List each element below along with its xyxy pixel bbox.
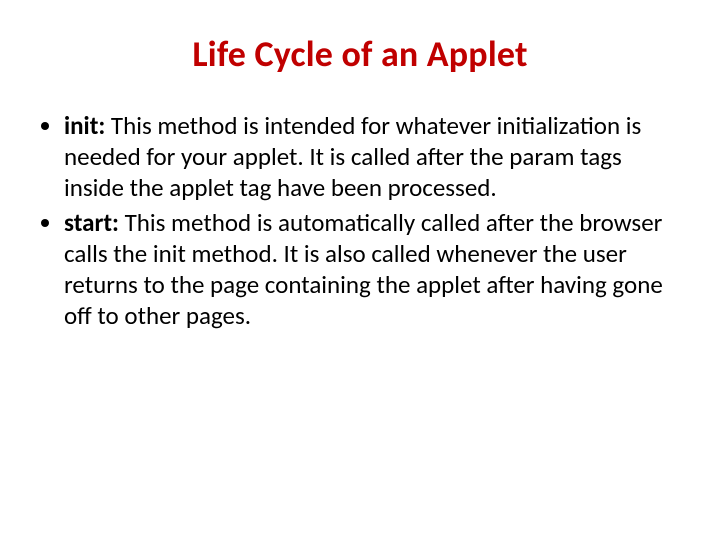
list-item: start: This method is automatically call… <box>64 207 686 331</box>
bullet-text: This method is automatically called afte… <box>64 207 663 331</box>
slide: Life Cycle of an Applet init: This metho… <box>0 0 720 540</box>
slide-title: Life Cycle of an Applet <box>34 32 686 76</box>
bullet-list: init: This method is intended for whatev… <box>34 110 686 331</box>
list-item: init: This method is intended for whatev… <box>64 110 686 203</box>
bullet-term: init: <box>64 110 105 141</box>
bullet-text: This method is intended for whatever ini… <box>64 110 641 203</box>
bullet-term: start: <box>64 207 119 238</box>
